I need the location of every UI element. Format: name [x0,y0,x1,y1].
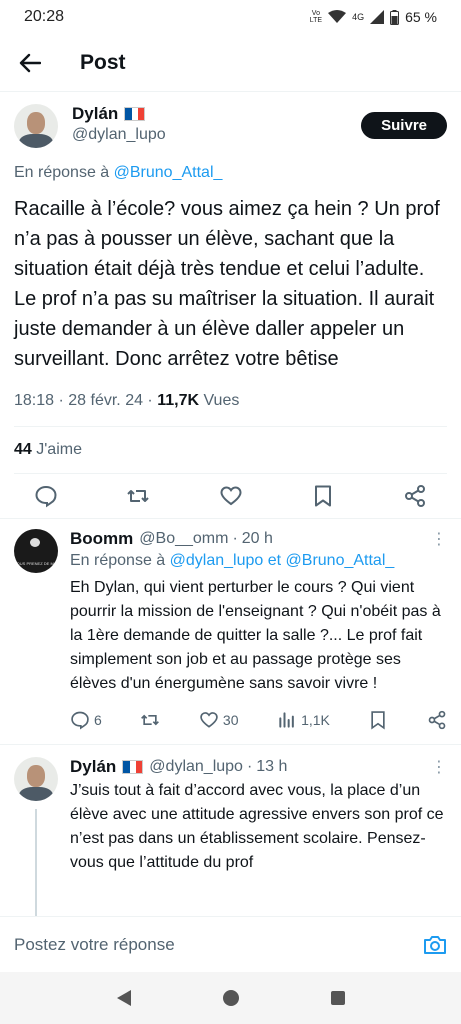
more-options-icon[interactable]: ⋮ [431,529,447,549]
reply-context: En réponse à @Bruno_Attal_ [0,148,461,182]
post-text: Racaille à l’école? vous aimez ça hein ?… [14,198,440,370]
volte-indicator: Vo LTE [309,10,323,24]
reply-author-name[interactable]: Boomm [70,529,133,549]
share-action[interactable] [427,710,447,730]
reply-context: En réponse à @dylan_lupo et @Bruno_Attal… [70,552,395,569]
reply-target-link[interactable]: @Bruno_Attal_ [286,552,395,569]
likes-count: 44 [14,441,32,458]
france-flag-icon [122,760,144,774]
top-bar: Post [0,34,461,92]
follow-button[interactable]: Suivre [361,112,447,139]
back-triangle-icon[interactable] [115,989,133,1007]
like-icon[interactable] [219,484,243,508]
author-row: Dylán @dylan_lupo Suivre [0,92,461,148]
analytics-icon [279,712,294,728]
reply-prefix: En réponse à [14,164,110,181]
likes-label: J'aime [36,441,82,458]
post-time: 18:18 [14,392,55,409]
home-circle-icon[interactable] [222,989,240,1007]
views-action[interactable]: 1,1K [277,710,330,730]
reply-time: 20 h [241,530,273,547]
system-nav-bar [0,972,461,1024]
arrow-left-icon [19,53,41,72]
reply-count: 6 [94,712,102,728]
reply-time: 13 h [256,758,288,775]
reply-author-handle[interactable]: @dylan_lupo [149,758,243,776]
signal-icon [370,10,385,24]
share-icon [428,710,446,730]
status-bar: 20:28 Vo LTE 4G 65 % [0,0,461,34]
share-icon[interactable] [403,484,427,508]
network-type: 4G [352,12,365,22]
battery-level: 65 % [405,9,437,25]
battery-icon [390,9,400,25]
bookmark-action[interactable] [368,710,388,730]
reply-text: J’suis tout à fait d’accord avec vous, l… [70,782,444,871]
post-actions [0,474,461,518]
author-handle[interactable]: @dylan_lupo [72,126,166,144]
reply-author-name[interactable]: Dylán [70,757,116,777]
post-meta: 18:18 · 28 févr. 24 · 11,7K Vues [14,392,240,409]
reply-text: Eh Dylan, qui vient perturber le cours ?… [70,579,441,692]
reply-input[interactable]: Postez votre réponse [14,935,175,955]
thread-line [35,809,37,929]
views-label: Vues [203,392,240,409]
post-date: 28 févr. 24 [68,392,143,409]
wifi-icon [328,10,347,23]
like-action[interactable]: 30 [199,710,239,730]
reply-actions: 6 30 1,1K [70,710,447,730]
author-name[interactable]: Dylán [72,104,118,124]
avatar-text: VOUS PRENEZ DE MOI [14,561,58,566]
main-post: Dylán @dylan_lupo Suivre En réponse à @B… [0,92,461,929]
retweet-icon [141,714,160,726]
views-count: 1,1K [301,712,330,728]
avatar[interactable]: VOUS PRENEZ DE MOI [14,529,58,573]
reply-target-link[interactable]: @Bruno_Attal_ [114,164,223,181]
reply-action[interactable]: 6 [70,710,102,730]
like-icon [200,712,218,728]
like-count: 30 [222,712,239,728]
recents-square-icon[interactable] [330,990,346,1006]
back-button[interactable] [0,34,60,92]
retweet-icon[interactable] [126,484,150,508]
likes-summary[interactable]: 44 J'aime [0,427,461,473]
reply-composer[interactable]: Postez votre réponse [0,916,461,972]
retweet-action[interactable] [140,710,160,730]
more-options-icon[interactable]: ⋮ [431,757,447,777]
author-block: Dylán @dylan_lupo [72,104,166,144]
views-count: 11,7K [157,392,200,409]
reply-target-link[interactable]: @dylan_lupo [170,552,264,569]
avatar[interactable] [14,757,58,801]
page-title: Post [80,50,126,74]
reply-author-handle[interactable]: @Bo__omm [139,530,228,548]
bookmark-icon [371,711,386,730]
camera-icon[interactable] [423,934,447,956]
avatar[interactable] [14,104,58,148]
reply-icon[interactable] [34,484,58,508]
reply-item[interactable]: VOUS PRENEZ DE MOI Boomm @Bo__omm · 20 h… [0,519,461,730]
reply-icon [71,711,89,730]
status-time: 20:28 [24,8,65,25]
france-flag-icon [124,107,146,121]
bookmark-icon[interactable] [311,484,335,508]
status-icons: Vo LTE 4G 65 % [310,9,437,25]
reply-item[interactable]: Dylán @dylan_lupo · 13 h ⋮ J’suis tout à… [0,745,461,929]
